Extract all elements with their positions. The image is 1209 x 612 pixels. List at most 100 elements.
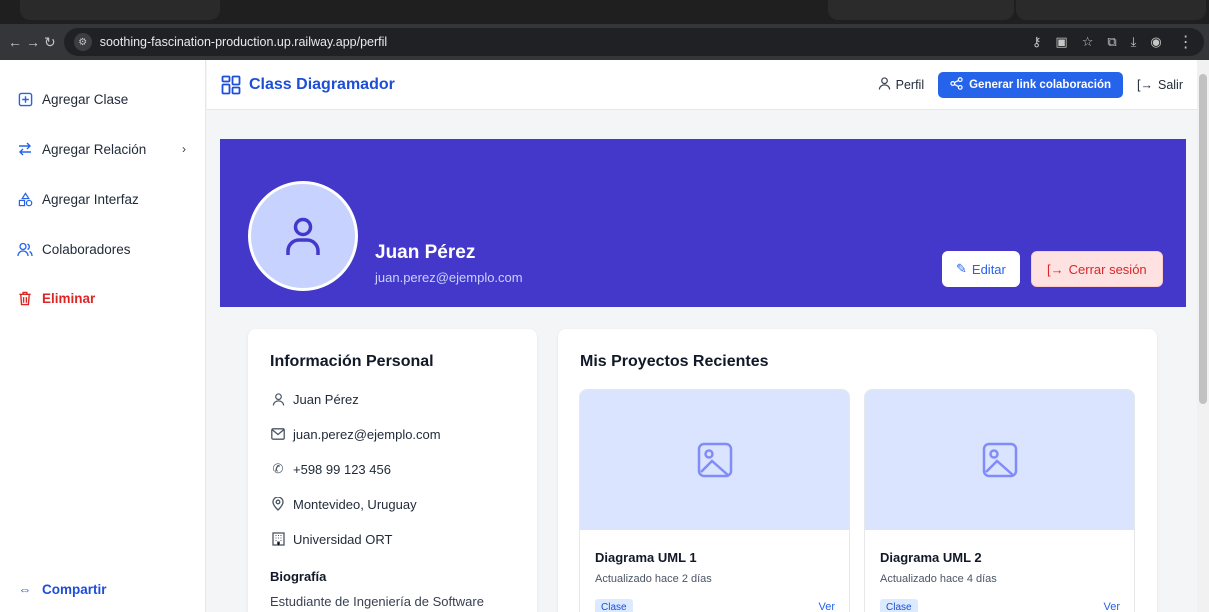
profile-email: juan.perez@ejemplo.com (375, 270, 523, 285)
site-info-icon[interactable]: ⚙ (73, 33, 92, 51)
scrollbar-thumb[interactable] (1199, 74, 1207, 404)
info-institution: Universidad ORT (293, 531, 393, 547)
info-location: Montevideo, Uruguay (293, 496, 417, 512)
browser-toolbar: ← → ↻ ⚙ soothing-fascination-production.… (0, 24, 1209, 60)
project-view-link[interactable]: Ver (1103, 601, 1120, 612)
sidebar-item-colaboradores[interactable]: Colaboradores (16, 240, 196, 258)
share-button[interactable]: ⇔ Compartir (16, 580, 196, 598)
project-thumbnail (865, 390, 1134, 530)
browser-tab[interactable] (828, 0, 1014, 20)
bio-title: Biografía (270, 569, 327, 584)
main-content: Juan Pérez juan.perez@ejemplo.com ✎ Edit… (207, 111, 1197, 612)
sidebar-item-label: Agregar Relación (42, 141, 147, 157)
users-icon (16, 240, 34, 258)
profile-hero: Juan Pérez juan.perez@ejemplo.com ✎ Edit… (220, 139, 1186, 307)
brand[interactable]: Class Diagramador (221, 75, 395, 95)
back-icon[interactable]: ← (8, 31, 22, 53)
image-placeholder-icon (982, 442, 1017, 478)
download-icon[interactable]: ⤓ (1131, 34, 1137, 50)
bio-text: Estudiante de Ingeniería de Software (270, 594, 484, 609)
project-title: Diagrama UML 1 (595, 550, 697, 565)
share-label: Compartir (42, 581, 107, 597)
link-icon: ⇔ (18, 581, 32, 597)
page-scrollbar[interactable] (1197, 60, 1209, 612)
info-phone-row: ✆ +598 99 123 456 (270, 461, 391, 477)
shapes-icon (16, 190, 34, 208)
image-placeholder-icon (697, 442, 732, 478)
collab-button-label: Generar link colaboración (969, 78, 1111, 91)
info-email-row: juan.perez@ejemplo.com (270, 426, 441, 442)
sidebar-item-label: Eliminar (42, 290, 96, 306)
share-nodes-icon (950, 76, 963, 93)
user-avatar-icon (286, 217, 320, 255)
info-institution-row: Universidad ORT (270, 531, 392, 547)
logout-icon: [→ (1137, 77, 1153, 92)
brand-title: Class Diagramador (249, 75, 395, 93)
project-card[interactable]: Diagrama UML 1 Actualizado hace 2 días C… (579, 389, 850, 612)
arrows-exchange-icon (16, 140, 34, 158)
grid-logo-icon (221, 75, 241, 95)
info-name: Juan Pérez (293, 391, 359, 407)
sidebar-item-label: Colaboradores (42, 241, 131, 257)
info-location-row: Montevideo, Uruguay (270, 496, 417, 512)
project-card[interactable]: Diagrama UML 2 Actualizado hace 4 días C… (864, 389, 1135, 612)
url-text[interactable]: soothing-fascination-production.up.railw… (100, 35, 1032, 49)
profile-label: Perfil (895, 77, 925, 92)
project-updated: Actualizado hace 4 días (880, 573, 997, 585)
project-thumbnail (580, 390, 849, 530)
browser-tab[interactable] (20, 0, 220, 20)
info-name-row: Juan Pérez (270, 391, 359, 407)
sidebar-item-agregar-clase[interactable]: Agregar Clase (16, 90, 196, 108)
sidebar: Agregar Clase Agregar Relación › Agregar… (0, 60, 206, 612)
password-key-icon[interactable]: ⚷ (1032, 34, 1042, 50)
plus-square-icon (16, 90, 34, 108)
sidebar-item-label: Agregar Clase (42, 91, 129, 107)
avatar (248, 181, 358, 291)
app-header: Class Diagramador Perfil Generar link co… (207, 60, 1197, 110)
sidebar-item-agregar-relacion[interactable]: Agregar Relación › (16, 140, 196, 158)
recent-projects-title: Mis Proyectos Recientes (580, 353, 769, 370)
profile-link[interactable]: Perfil (878, 76, 925, 93)
profile-name: Juan Pérez (375, 242, 476, 263)
logout-button[interactable]: [→ Cerrar sesión (1031, 251, 1163, 287)
profile-avatar-icon[interactable]: ◉ (1150, 34, 1161, 50)
bookmark-star-icon[interactable]: ☆ (1082, 34, 1094, 50)
personal-info-card: Información Personal Juan Pérez juan.per… (248, 329, 537, 612)
info-email: juan.perez@ejemplo.com (293, 426, 441, 442)
personal-info-title: Información Personal (270, 353, 434, 370)
translate-icon[interactable]: ▣ (1055, 34, 1067, 50)
recent-projects-card: Mis Proyectos Recientes Diagrama UML 1 A… (558, 329, 1157, 612)
project-updated: Actualizado hace 2 días (595, 573, 712, 585)
chevron-right-icon: › (182, 142, 186, 156)
pencil-icon: ✎ (956, 261, 967, 276)
user-icon (878, 76, 891, 93)
edit-button-label: Editar (971, 261, 1006, 277)
forward-icon[interactable]: → (26, 31, 40, 53)
browser-menu-icon[interactable]: ⋮ (1178, 32, 1194, 52)
sidebar-item-eliminar[interactable]: Eliminar (16, 289, 196, 307)
logout-button-label: Cerrar sesión (1068, 261, 1147, 277)
address-bar[interactable]: ⚙ soothing-fascination-production.up.rai… (63, 28, 1204, 56)
building-icon (270, 531, 286, 547)
logout-link[interactable]: [→ Salir (1137, 78, 1183, 92)
reload-icon[interactable]: ↻ (44, 31, 56, 53)
mail-icon (270, 426, 286, 442)
sidebar-item-label: Agregar Interfaz (42, 191, 139, 207)
project-type-badge: Clase (880, 599, 918, 612)
sidebar-item-agregar-interfaz[interactable]: Agregar Interfaz (16, 190, 196, 208)
project-title: Diagrama UML 2 (880, 550, 982, 565)
project-type-badge: Clase (595, 599, 633, 612)
user-icon (270, 391, 286, 407)
generate-collab-link-button[interactable]: Generar link colaboración (938, 71, 1123, 98)
map-pin-icon (270, 496, 286, 512)
project-view-link[interactable]: Ver (818, 601, 835, 612)
browser-tabstrip (0, 0, 1209, 24)
phone-icon: ✆ (272, 461, 284, 476)
info-phone: +598 99 123 456 (293, 461, 391, 477)
trash-icon (16, 289, 34, 307)
browser-tab[interactable] (1016, 0, 1206, 20)
edit-profile-button[interactable]: ✎ Editar (942, 251, 1020, 287)
logout-icon: [→ (1047, 261, 1064, 277)
logout-label: Salir (1157, 77, 1183, 92)
extensions-icon[interactable]: ⧉ (1107, 34, 1116, 50)
